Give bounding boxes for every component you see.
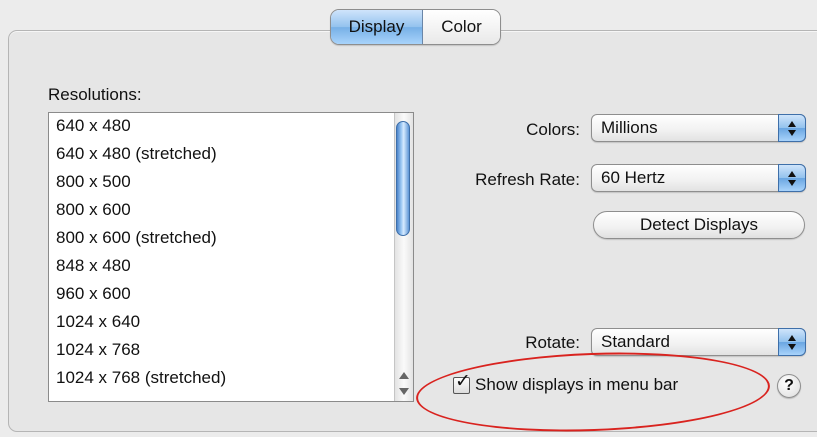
popup-arrows-icon [778, 328, 806, 356]
list-item[interactable]: 640 x 480 (stretched) [49, 140, 413, 168]
checkmark-icon: ✓ [455, 370, 471, 392]
popup-arrows-icon [778, 114, 806, 142]
list-item[interactable]: 1024 x 768 [49, 336, 413, 364]
list-item[interactable]: 1024 x 640 [49, 308, 413, 336]
scroll-down-arrow-icon[interactable] [399, 388, 409, 395]
colors-value: Millions [601, 118, 658, 137]
scrollbar-thumb[interactable] [396, 121, 410, 236]
rotate-value: Standard [601, 332, 670, 351]
popup-arrows-icon [778, 164, 806, 192]
rotate-label: Rotate: [525, 333, 580, 352]
refresh-rate-label: Refresh Rate: [475, 170, 580, 189]
list-item[interactable]: 800 x 600 [49, 196, 413, 224]
menu-bar-checkbox-row[interactable]: ✓ Show displays in menu bar [453, 371, 678, 397]
list-item[interactable]: 640 x 480 [49, 113, 413, 140]
rotate-popup[interactable]: Standard [591, 328, 806, 356]
resolutions-items: 640 x 480 640 x 480 (stretched) 800 x 50… [49, 113, 413, 392]
tab-color[interactable]: Color [423, 10, 500, 44]
show-displays-label[interactable]: Show displays in menu bar [475, 375, 678, 395]
show-displays-checkbox[interactable]: ✓ [453, 371, 471, 394]
help-button[interactable]: ? [777, 374, 801, 398]
list-item[interactable]: 800 x 600 (stretched) [49, 224, 413, 252]
colors-label: Colors: [526, 120, 580, 139]
vertical-scrollbar[interactable] [394, 113, 413, 401]
tab-display[interactable]: Display [331, 10, 423, 44]
refresh-rate-popup[interactable]: 60 Hertz [591, 164, 806, 192]
detect-displays-button[interactable]: Detect Displays [593, 211, 805, 239]
list-item[interactable]: 1024 x 768 (stretched) [49, 364, 413, 392]
resolutions-label: Resolutions: [48, 85, 142, 104]
refresh-rate-value: 60 Hertz [601, 168, 666, 187]
list-item[interactable]: 848 x 480 [49, 252, 413, 280]
list-item[interactable]: 960 x 600 [49, 280, 413, 308]
resolutions-list[interactable]: 640 x 480 640 x 480 (stretched) 800 x 50… [48, 112, 414, 402]
tab-bar: Display Color [330, 9, 501, 45]
scroll-up-arrow-icon[interactable] [399, 372, 409, 379]
list-item[interactable]: 800 x 500 [49, 168, 413, 196]
colors-popup[interactable]: Millions [591, 114, 806, 142]
